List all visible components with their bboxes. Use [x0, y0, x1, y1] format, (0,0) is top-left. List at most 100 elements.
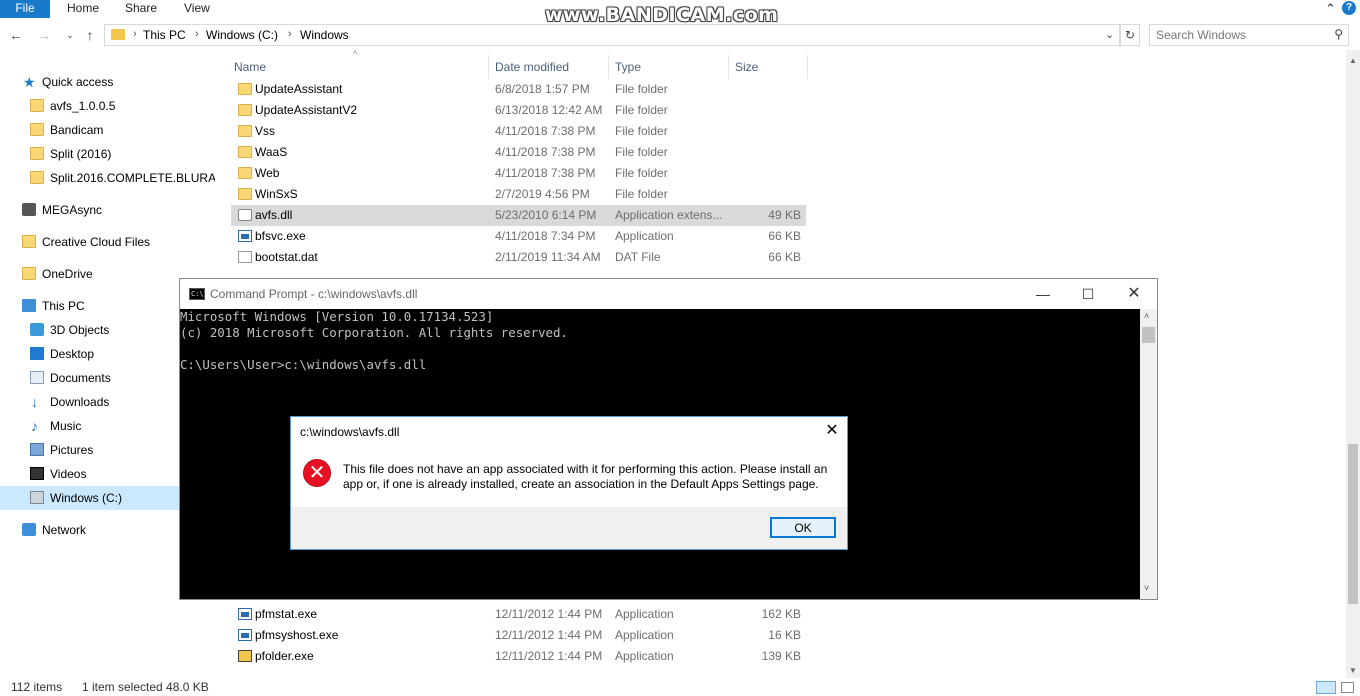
scroll-up-arrow-icon[interactable]: ˄ [1144, 311, 1149, 321]
breadcrumb-windows[interactable]: Windows [300, 28, 349, 42]
file-tab[interactable]: File [0, 0, 50, 18]
column-header-name[interactable]: Name [234, 55, 266, 80]
column-header-size[interactable]: Size [735, 55, 758, 80]
file-type: File folder [615, 82, 668, 96]
file-size: 139 KB [761, 649, 801, 663]
folder-icon [238, 188, 252, 200]
3d-objects-icon [30, 323, 44, 336]
column-header-date-modified[interactable]: Date modified [495, 55, 569, 80]
chevron-down-icon[interactable]: ⌄ [1105, 28, 1114, 41]
file-row[interactable]: avfs.dll 5/23/2010 6:14 PM Application ext… [231, 205, 806, 226]
file-row[interactable]: pfmsyshost.exe 12/11/2012 1:44 PM Applicat… [231, 625, 806, 646]
search-input[interactable] [1156, 26, 1326, 44]
file-date-modified: 2/7/2019 4:56 PM [495, 187, 590, 201]
refresh-icon[interactable]: ↻ [1120, 24, 1140, 46]
file-size: 49 KB [768, 208, 801, 222]
sidebar-item-avfs[interactable]: avfs_1.0.0.5 [0, 94, 215, 118]
scrollbar-thumb[interactable] [1142, 327, 1155, 343]
large-icons-view-icon[interactable] [1341, 682, 1354, 693]
scroll-up-arrow-icon[interactable]: ▲ [1349, 56, 1357, 65]
help-icon[interactable]: ? [1342, 1, 1356, 15]
column-divider[interactable] [807, 55, 808, 79]
dll-icon [238, 209, 252, 221]
status-bar: 112 items 1 item selected 48.0 KB [0, 678, 1360, 696]
file-date-modified: 4/11/2018 7:34 PM [495, 229, 596, 243]
file-type: Application [615, 229, 674, 243]
minimize-icon[interactable]: — [1028, 283, 1058, 305]
item-count: 112 items [11, 680, 63, 694]
back-arrow-icon[interactable]: ← [7, 26, 25, 44]
close-icon[interactable]: ✕ [1119, 283, 1149, 305]
tab-share[interactable]: Share [125, 0, 157, 18]
scroll-down-arrow-icon[interactable]: ▼ [1349, 666, 1357, 675]
column-divider[interactable] [488, 55, 489, 79]
breadcrumb-this-pc[interactable]: This PC [143, 28, 186, 42]
selection-info: 1 item selected 48.0 KB [82, 680, 209, 694]
file-name: Web [255, 166, 280, 180]
creative-cloud-icon [22, 235, 36, 248]
sidebar-item-split-2016[interactable]: Split (2016) [0, 142, 215, 166]
sidebar-item-creative-cloud[interactable]: Creative Cloud Files [0, 230, 215, 254]
sidebar-item-label: Network [42, 523, 87, 537]
file-row[interactable]: UpdateAssistant 6/8/2018 1:57 PM File fold… [231, 79, 806, 100]
file-date-modified: 6/8/2018 1:57 PM [495, 82, 590, 96]
details-view-icon[interactable] [1316, 681, 1336, 694]
sidebar-item-megasync[interactable]: MEGAsync [0, 198, 215, 222]
file-row[interactable]: UpdateAssistantV2 6/13/2018 12:42 AM File … [231, 100, 806, 121]
file-type: Application extens... [615, 208, 723, 222]
close-icon[interactable]: ✕ [822, 421, 842, 441]
breadcrumb-separator[interactable]: › [133, 28, 137, 40]
file-name: WaaS [255, 145, 288, 159]
chevron-up-icon[interactable]: ⌃ [1325, 1, 1336, 17]
file-row[interactable]: Web 4/11/2018 7:38 PM File folder [231, 163, 806, 184]
sidebar-item-label: Bandicam [50, 123, 104, 137]
file-row[interactable]: pfmstat.exe 12/11/2012 1:44 PM Application… [231, 604, 806, 625]
ok-button[interactable]: OK [770, 517, 836, 538]
scrollbar-thumb[interactable] [1348, 444, 1358, 604]
column-divider[interactable] [728, 55, 729, 79]
console-line: C:\Users\User>c:\windows\avfs.dll [180, 357, 427, 372]
exe-icon [238, 230, 252, 242]
address-bar[interactable]: › This PC › Windows (C:) › Windows ⌄ [104, 24, 1120, 46]
file-name: WinSxS [255, 187, 298, 201]
cmd-title-bar[interactable]: C:\ Command Prompt - c:\windows\avfs.dll… [180, 279, 1157, 309]
file-type: Application [615, 628, 674, 642]
cmd-scrollbar[interactable]: ˄ ˅ [1140, 309, 1157, 599]
column-header-type[interactable]: Type [615, 55, 641, 80]
breadcrumb-windows-c[interactable]: Windows (C:) [206, 28, 278, 42]
folder-icon [238, 83, 252, 95]
sidebar-item-label: MEGAsync [42, 203, 103, 217]
scroll-down-arrow-icon[interactable]: ˅ [1144, 583, 1149, 593]
tab-home[interactable]: Home [67, 0, 99, 18]
file-list-scrollbar[interactable]: ▲ ▼ [1346, 50, 1360, 678]
file-row[interactable]: WaaS 4/11/2018 7:38 PM File folder [231, 142, 806, 163]
sidebar-item-bandicam[interactable]: Bandicam [0, 118, 215, 142]
file-row[interactable]: pfolder.exe 12/11/2012 1:44 PM Application… [231, 646, 806, 667]
sidebar-item-label: Videos [50, 467, 87, 481]
star-icon: ★ [23, 74, 36, 90]
file-row[interactable]: bfsvc.exe 4/11/2018 7:34 PM Application 66 … [231, 226, 806, 247]
sidebar-item-quick-access[interactable]: ★ Quick access [0, 70, 215, 94]
recent-locations-chevron-icon[interactable]: ⌄ [61, 26, 79, 44]
search-box[interactable]: ⚲ [1149, 24, 1349, 46]
folder-icon [30, 171, 44, 184]
tab-view[interactable]: View [184, 0, 210, 18]
breadcrumb-separator[interactable]: › [288, 28, 292, 40]
maximize-icon[interactable]: ☐ [1073, 283, 1103, 305]
up-arrow-icon[interactable]: ↑ [81, 26, 99, 44]
folder-icon [238, 167, 252, 179]
sidebar-item-label: avfs_1.0.0.5 [50, 99, 116, 113]
file-row[interactable]: Vss 4/11/2018 7:38 PM File folder [231, 121, 806, 142]
desktop-icon [30, 347, 44, 360]
sort-ascending-icon: ^ [353, 49, 358, 59]
column-divider[interactable] [608, 55, 609, 79]
forward-arrow-icon[interactable]: → [35, 26, 53, 44]
file-row[interactable]: bootstat.dat 2/11/2019 11:34 AM DAT File 66… [231, 247, 806, 268]
search-icon[interactable]: ⚲ [1334, 27, 1343, 41]
sidebar-item-split-bluray[interactable]: Split.2016.COMPLETE.BLURAY- [0, 166, 215, 190]
file-type: Application [615, 607, 674, 621]
breadcrumb-separator[interactable]: › [195, 28, 199, 40]
file-row[interactable]: WinSxS 2/7/2019 4:56 PM File folder [231, 184, 806, 205]
file-name: Vss [255, 124, 276, 138]
sidebar-item-label: 3D Objects [50, 323, 110, 337]
